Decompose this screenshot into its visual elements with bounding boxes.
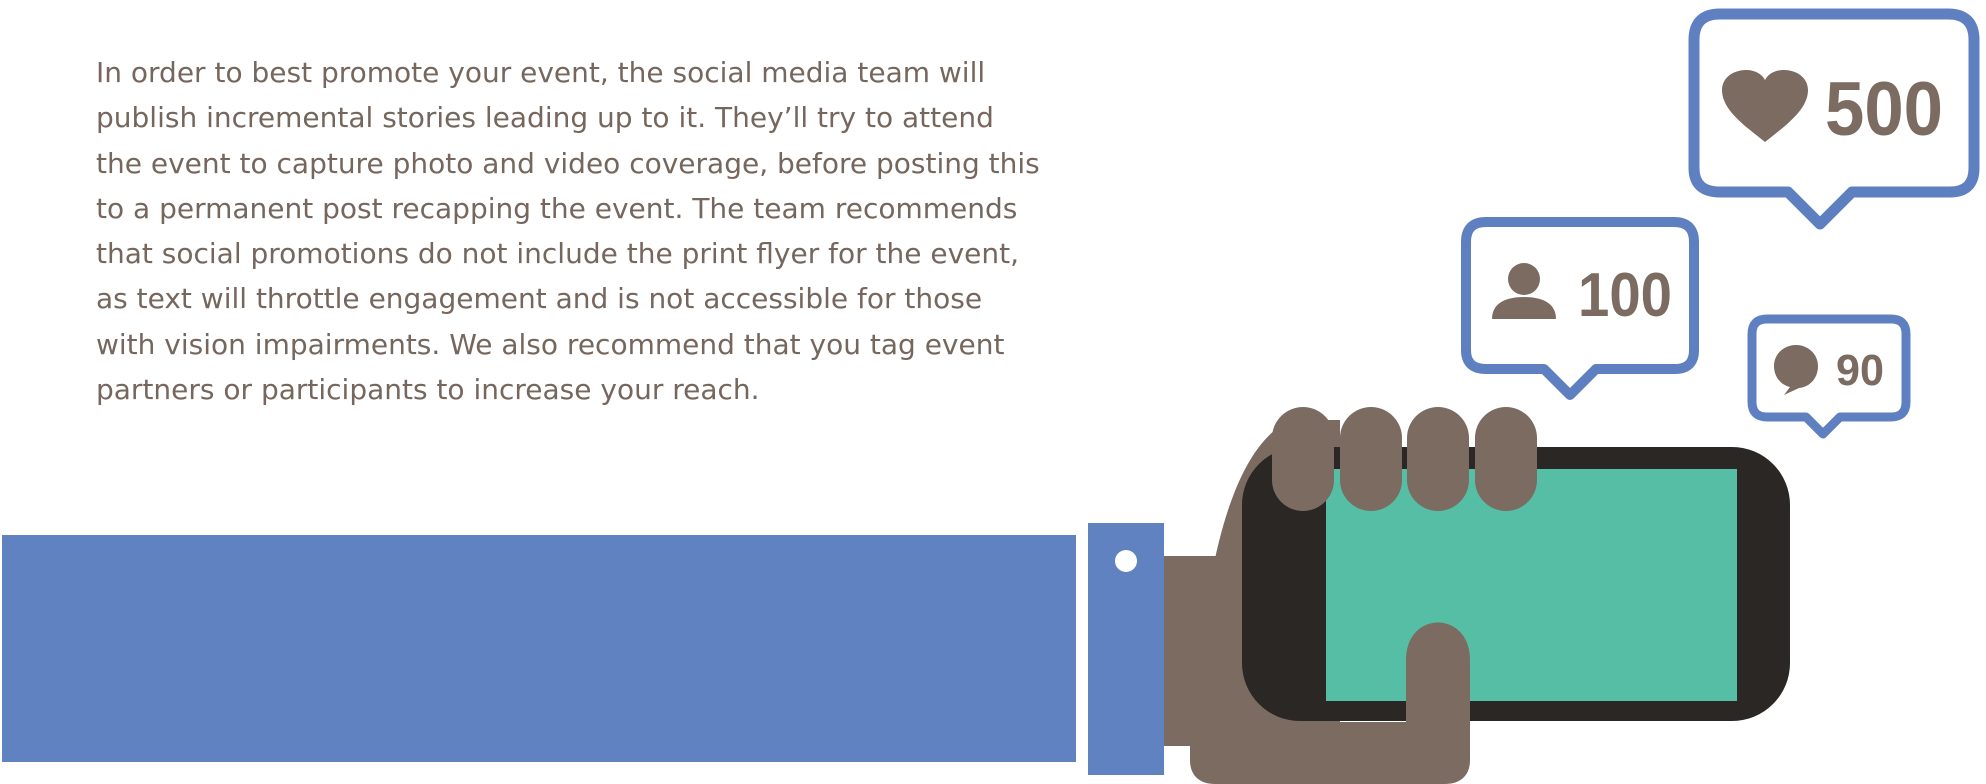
hand-holding-phone-illustration: 500 100 90 [2, 8, 1980, 784]
sleeve [2, 535, 1076, 762]
finger [1272, 407, 1334, 511]
followers-bubble: 100 [1461, 217, 1699, 400]
comments-count: 90 [1836, 346, 1884, 395]
finger [1475, 407, 1537, 511]
likes-bubble: 500 [1688, 8, 1980, 230]
finger [1407, 407, 1469, 511]
comments-bubble: 90 [1747, 314, 1911, 439]
finger [1340, 407, 1402, 511]
cuff-button [1115, 550, 1137, 572]
followers-count: 100 [1578, 261, 1672, 330]
likes-count: 500 [1825, 67, 1943, 152]
